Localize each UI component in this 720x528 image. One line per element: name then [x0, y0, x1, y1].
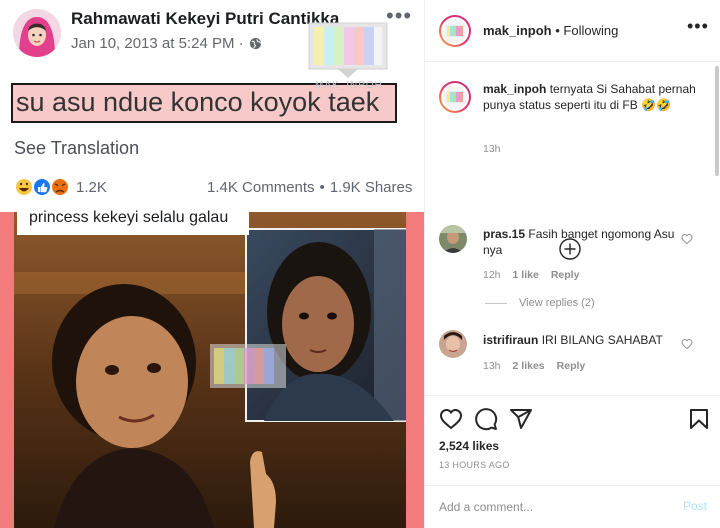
fb-author-avatar — [13, 9, 61, 57]
commenter-avatar[interactable] — [439, 330, 467, 358]
comment-body: IRI BILANG SAHABAT — [541, 333, 663, 347]
comment-time: 13h — [483, 360, 501, 372]
reply-button[interactable]: Reply — [551, 269, 580, 281]
following-button[interactable]: Following — [563, 23, 618, 38]
fb-reaction-icons — [14, 177, 70, 197]
commenter-avatar[interactable] — [439, 225, 467, 253]
post-button[interactable]: Post — [683, 499, 707, 513]
heart-icon[interactable] — [439, 407, 463, 431]
caption-text: mak_inpoh ternyata Si Sahabat pernah pun… — [483, 81, 703, 113]
fb-more-icon: ••• — [386, 3, 413, 28]
header-avatar[interactable] — [439, 15, 471, 47]
globe-icon — [249, 37, 261, 50]
header-user-line: mak_inpoh • Following — [483, 23, 618, 38]
comment-text: pras.15 Fasih banget ngomong Asu nya — [483, 226, 683, 258]
photo-caption: princess kekeyi selalu galau — [17, 205, 249, 235]
view-replies-line — [485, 302, 507, 304]
comment-time: 12h — [483, 269, 501, 281]
comment-meta: 13h 2 likes Reply — [483, 360, 597, 372]
bookmark-icon[interactable] — [687, 407, 711, 431]
header-separator: • — [551, 23, 564, 38]
post-photo — [14, 212, 406, 528]
post-actions: 2,524 likes 13 HOURS AGO — [425, 395, 720, 485]
likes-count[interactable]: 2,524 likes — [439, 439, 499, 453]
photo-border-left — [0, 212, 14, 528]
fb-timestamp: Jan 10, 2013 at 5:24 PM · — [71, 35, 262, 52]
fb-reaction-count: 1.2K — [76, 179, 107, 196]
comment-text: istrifiraun IRI BILANG SAHABAT — [483, 332, 683, 348]
caption-avatar[interactable] — [439, 81, 471, 113]
view-replies-button[interactable]: View replies (2) — [485, 297, 595, 309]
fb-timestamp-text: Jan 10, 2013 at 5:24 PM · — [71, 35, 244, 52]
watermark-logo — [308, 22, 388, 78]
fb-share-count: 1.9K Shares — [329, 179, 413, 196]
comment-likes[interactable]: 2 likes — [513, 360, 545, 372]
fb-author-name: Rahmawati Kekeyi Putri Cantikka — [71, 9, 340, 28]
comment-like-icon[interactable] — [681, 233, 693, 245]
see-translation-link: See Translation — [14, 138, 140, 158]
comment-like-icon[interactable] — [681, 338, 693, 350]
fb-engagement-stats: 1.4K Comments • 1.9K Shares — [207, 179, 413, 196]
more-horizontal-icon[interactable]: ••• — [687, 16, 709, 37]
post-time-ago: 13 HOURS AGO — [439, 460, 510, 470]
add-comment-bar: Post — [425, 485, 720, 528]
instagram-post-view: Rahmawati Kekeyi Putri Cantikka Jan 10, … — [0, 0, 720, 528]
share-icon[interactable] — [509, 407, 533, 431]
comments-scrollbar[interactable] — [715, 66, 719, 176]
header-username[interactable]: mak_inpoh — [483, 23, 552, 38]
photo-border-right — [406, 212, 424, 528]
comment-likes[interactable]: 1 like — [513, 269, 539, 281]
post-image[interactable]: Rahmawati Kekeyi Putri Cantikka Jan 10, … — [0, 0, 424, 528]
reply-button[interactable]: Reply — [557, 360, 586, 372]
caption-time: 13h — [483, 143, 501, 155]
comment-username[interactable]: istrifiraun — [483, 333, 538, 347]
comment-username[interactable]: pras.15 — [483, 227, 525, 241]
fb-comment-count: 1.4K Comments — [207, 179, 315, 196]
post-header: mak_inpoh • Following ••• — [425, 0, 720, 62]
comment-icon[interactable] — [474, 407, 498, 431]
add-comment-input[interactable] — [439, 496, 659, 518]
caption-username[interactable]: mak_inpoh — [483, 82, 546, 96]
view-replies-label: View replies (2) — [519, 297, 595, 309]
comment-meta: 12h 1 like Reply — [483, 269, 591, 281]
instagram-sidebar: mak_inpoh • Following ••• mak_inpoh tern… — [424, 0, 720, 528]
watermark-text: MAK_INPOH — [315, 80, 383, 91]
comments-section[interactable]: mak_inpoh ternyata Si Sahabat pernah pun… — [425, 63, 720, 395]
